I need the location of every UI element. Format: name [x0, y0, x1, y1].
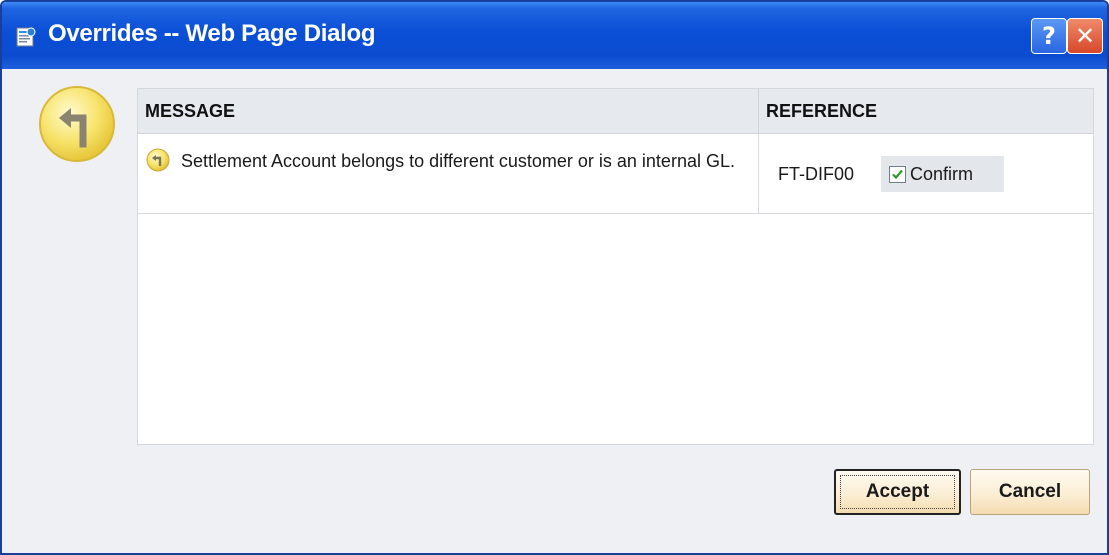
table-row: Settlement Account belongs to different …	[138, 134, 1093, 214]
dialog-body: MESSAGE REFERENCE Settlement Account bel…	[2, 69, 1107, 553]
override-message: Settlement Account belongs to different …	[181, 151, 735, 171]
cancel-button[interactable]: Cancel	[970, 469, 1090, 515]
help-button[interactable]: ?	[1031, 18, 1067, 54]
confirm-checkbox[interactable]	[889, 165, 906, 183]
cancel-label: Cancel	[998, 481, 1062, 502]
override-reference: FT-DIF00	[778, 164, 855, 184]
checkmark-icon	[892, 169, 903, 179]
turn-arrow-override-icon	[37, 84, 117, 164]
column-divider	[758, 89, 759, 133]
help-icon: ?	[1042, 22, 1056, 50]
message-column-header: MESSAGE	[145, 101, 236, 121]
close-icon: ✕	[1074, 22, 1096, 50]
overrides-dialog: Overrides -- Web Page Dialog ? ✕ MESSAGE…	[0, 0, 1109, 555]
reference-column-header: REFERENCE	[766, 101, 878, 121]
dialog-page-icon	[14, 26, 38, 48]
focus-ring	[840, 475, 955, 509]
confirm-checkbox-group[interactable]: Confirm	[881, 156, 1004, 192]
column-divider	[758, 134, 759, 213]
overrides-table: MESSAGE REFERENCE Settlement Account bel…	[137, 88, 1094, 445]
dialog-title: Overrides -- Web Page Dialog	[48, 20, 376, 47]
accept-button[interactable]: Accept	[834, 469, 961, 515]
turn-arrow-override-icon	[146, 148, 170, 172]
title-bar[interactable]: Overrides -- Web Page Dialog ? ✕	[2, 2, 1107, 69]
confirm-label: Confirm	[910, 163, 974, 184]
table-header: MESSAGE REFERENCE	[138, 89, 1093, 134]
close-button[interactable]: ✕	[1067, 18, 1103, 54]
